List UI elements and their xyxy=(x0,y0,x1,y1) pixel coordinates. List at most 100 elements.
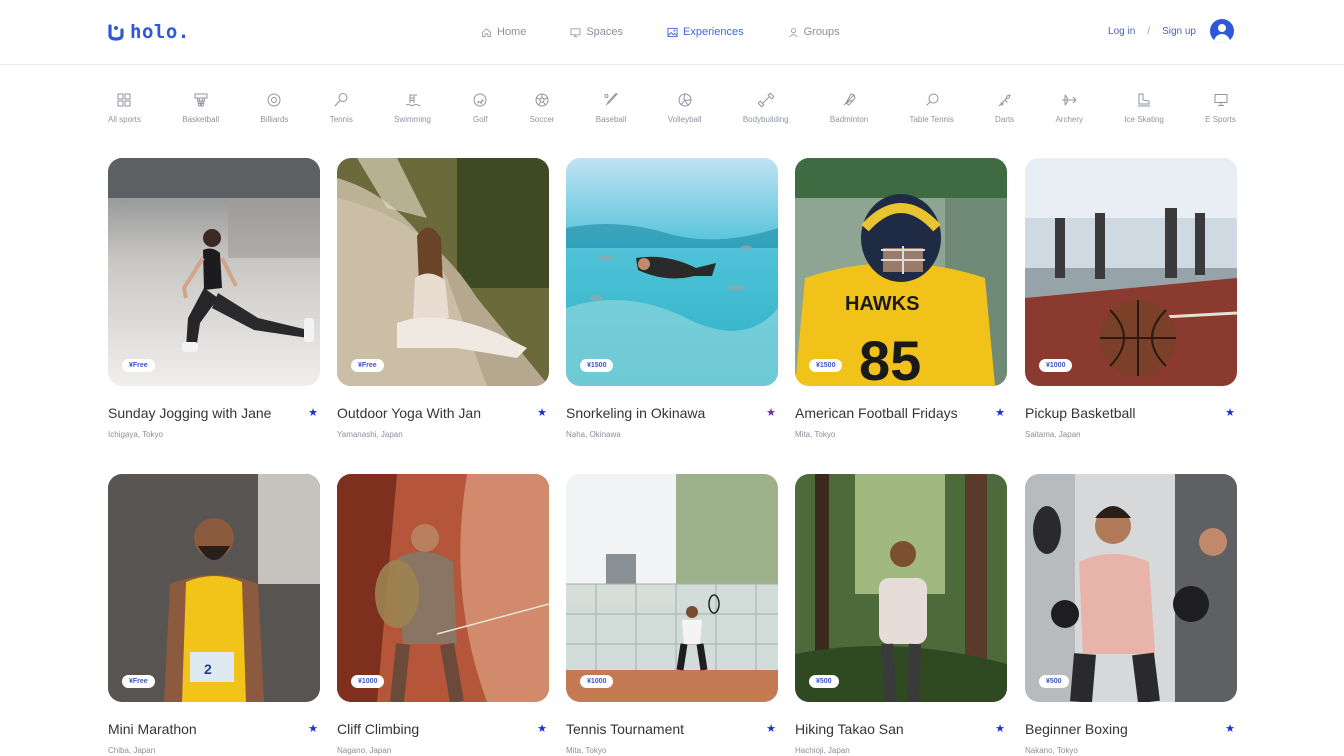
svg-text:HAWKS: HAWKS xyxy=(845,293,919,315)
experience-location: Mita, Tokyo xyxy=(795,430,836,439)
sport-label: Tennis xyxy=(329,115,353,124)
home-icon xyxy=(481,27,492,37)
main-nav: Home Spaces Experiences Groups xyxy=(481,24,884,40)
sport-filter-baseball[interactable]: Baseball xyxy=(596,92,626,124)
experience-title[interactable]: American Football Fridays xyxy=(795,405,958,421)
sport-filter-golf[interactable]: Golf xyxy=(472,92,488,124)
experience-location: Nakano, Tokyo xyxy=(1025,746,1078,755)
sport-label: Volleyball xyxy=(667,115,702,124)
experience-title[interactable]: Hiking Takao San xyxy=(795,721,904,737)
sport-filter-bodybuilding[interactable]: Bodybuilding xyxy=(743,92,789,124)
grid-icon xyxy=(117,93,131,107)
hiking-photo-image xyxy=(795,474,1007,702)
experience-photo[interactable]: 2 ¥Free xyxy=(108,474,320,702)
ice-skate-icon xyxy=(1138,93,1151,107)
sport-filter-volleyball[interactable]: Volleyball xyxy=(668,92,702,124)
nav-experiences[interactable]: Experiences xyxy=(667,24,744,40)
sport-filter-all[interactable]: All sports xyxy=(108,92,141,124)
login-link[interactable]: Log in xyxy=(1108,26,1135,37)
nav-groups[interactable]: Groups xyxy=(788,24,840,40)
sport-label: Bodybuilding xyxy=(742,115,789,124)
experience-location: Naha, Okinawa xyxy=(566,430,621,439)
marathon-photo-image: 2 xyxy=(108,474,320,702)
sport-label: Table Tennis xyxy=(909,115,954,124)
sport-filter-table-tennis[interactable]: Table Tennis xyxy=(909,92,954,124)
sport-filter-soccer[interactable]: Soccer xyxy=(529,92,555,124)
favorite-star-icon[interactable]: ★ xyxy=(1225,406,1235,419)
volleyball-icon xyxy=(678,93,692,107)
favorite-star-icon[interactable]: ★ xyxy=(995,406,1005,419)
experience-photo[interactable]: ¥1500 xyxy=(566,158,778,386)
nav-home-label: Home xyxy=(497,26,527,38)
experience-title[interactable]: Sunday Jogging with Jane xyxy=(108,405,271,421)
price-badge: ¥1500 xyxy=(809,359,843,372)
experience-card[interactable]: ¥500 Beginner Boxing ★ Nakano, Tokyo xyxy=(1025,474,1237,755)
experience-title[interactable]: Outdoor Yoga With Jan xyxy=(337,405,481,421)
sport-filter-archery[interactable]: Archery xyxy=(1055,92,1083,124)
sport-filter-badminton[interactable]: Badminton xyxy=(830,92,868,124)
snorkeling-photo-image xyxy=(566,158,778,386)
experience-photo[interactable]: ¥1000 xyxy=(1025,158,1237,386)
shuttlecock-icon xyxy=(843,93,856,106)
experience-card[interactable]: ¥1000 Tennis Tournament ★ Mita, Tokyo xyxy=(566,474,778,755)
nav-experiences-label: Experiences xyxy=(683,26,744,38)
price-badge: ¥Free xyxy=(351,359,384,372)
experience-title[interactable]: Mini Marathon xyxy=(108,721,197,737)
experience-title[interactable]: Pickup Basketball xyxy=(1025,405,1136,421)
sport-filter-tennis[interactable]: Tennis xyxy=(330,92,353,124)
favorite-star-icon[interactable]: ★ xyxy=(308,722,318,735)
sport-label: Basketball xyxy=(182,115,220,124)
basketball-photo-image xyxy=(1025,158,1237,386)
favorite-star-icon[interactable]: ★ xyxy=(995,722,1005,735)
experience-card[interactable]: ¥500 Hiking Takao San ★ Hachioji, Japan xyxy=(795,474,1007,755)
experience-photo[interactable]: ¥500 xyxy=(1025,474,1237,702)
user-avatar-icon[interactable] xyxy=(1210,19,1234,43)
experience-photo[interactable]: ¥1000 xyxy=(566,474,778,702)
experience-card[interactable]: 2 ¥Free Mini Marathon ★ Chiba, Japan xyxy=(108,474,320,755)
sport-filter-ice-skating[interactable]: Ice Skating xyxy=(1124,92,1164,124)
sports-filter-bar: All sports Basketball Billiards Tennis S… xyxy=(108,92,1236,124)
experience-title[interactable]: Snorkeling in Okinawa xyxy=(566,405,705,421)
experience-card[interactable]: HAWKS 85 ¥1500 American Football Fridays… xyxy=(795,158,1007,439)
nav-spaces[interactable]: Spaces xyxy=(570,24,623,40)
experience-card[interactable]: ¥1000 Cliff Climbing ★ Nagano, Japan xyxy=(337,474,549,755)
sport-filter-billiards[interactable]: Billiards xyxy=(260,92,288,124)
sport-filter-basketball[interactable]: Basketball xyxy=(182,92,219,124)
experience-photo[interactable]: ¥Free xyxy=(108,158,320,386)
favorite-star-icon[interactable]: ★ xyxy=(537,722,547,735)
football-photo-image: HAWKS 85 xyxy=(795,158,1007,386)
nav-home[interactable]: Home xyxy=(481,24,526,40)
experience-title[interactable]: Cliff Climbing xyxy=(337,721,419,737)
auth-links: Log in / Sign up xyxy=(1108,19,1234,43)
price-badge: ¥1000 xyxy=(580,675,614,688)
favorite-star-icon[interactable]: ★ xyxy=(537,406,547,419)
favorite-star-icon[interactable]: ★ xyxy=(766,722,776,735)
experience-card[interactable]: ¥1500 Snorkeling in Okinawa ★ Naha, Okin… xyxy=(566,158,778,439)
sport-label: Soccer xyxy=(529,115,555,124)
experience-card[interactable]: ¥1000 Pickup Basketball ★ Saitama, Japan xyxy=(1025,158,1237,439)
experience-title[interactable]: Tennis Tournament xyxy=(566,721,684,737)
sport-filter-swimming[interactable]: Swimming xyxy=(394,92,431,124)
sport-filter-esports[interactable]: E Sports xyxy=(1205,92,1236,124)
signup-link[interactable]: Sign up xyxy=(1162,26,1196,37)
experience-photo[interactable]: ¥500 xyxy=(795,474,1007,702)
price-badge: ¥500 xyxy=(1039,675,1069,688)
favorite-star-icon[interactable]: ★ xyxy=(308,406,318,419)
price-badge: ¥1000 xyxy=(351,675,385,688)
experience-photo[interactable]: HAWKS 85 ¥1500 xyxy=(795,158,1007,386)
experience-card[interactable]: ¥Free Sunday Jogging with Jane ★ Ichigay… xyxy=(108,158,320,439)
soccer-ball-icon xyxy=(535,93,549,107)
experience-location: Saitama, Japan xyxy=(1025,430,1081,439)
experience-location: Ichigaya, Tokyo xyxy=(108,430,163,439)
favorite-star-icon[interactable]: ★ xyxy=(1225,722,1235,735)
favorite-star-icon[interactable]: ★ xyxy=(766,406,776,419)
experience-photo[interactable]: ¥Free xyxy=(337,158,549,386)
basketball-hoop-icon xyxy=(194,93,208,107)
holo-logo[interactable]: holo. xyxy=(108,18,190,46)
experience-title[interactable]: Beginner Boxing xyxy=(1025,721,1128,737)
dart-icon xyxy=(998,94,1011,107)
experience-photo[interactable]: ¥1000 xyxy=(337,474,549,702)
experience-card[interactable]: ¥Free Outdoor Yoga With Jan ★ Yamanashi,… xyxy=(337,158,549,439)
sport-filter-darts[interactable]: Darts xyxy=(995,92,1014,124)
experience-location: Hachioji, Japan xyxy=(795,746,850,755)
